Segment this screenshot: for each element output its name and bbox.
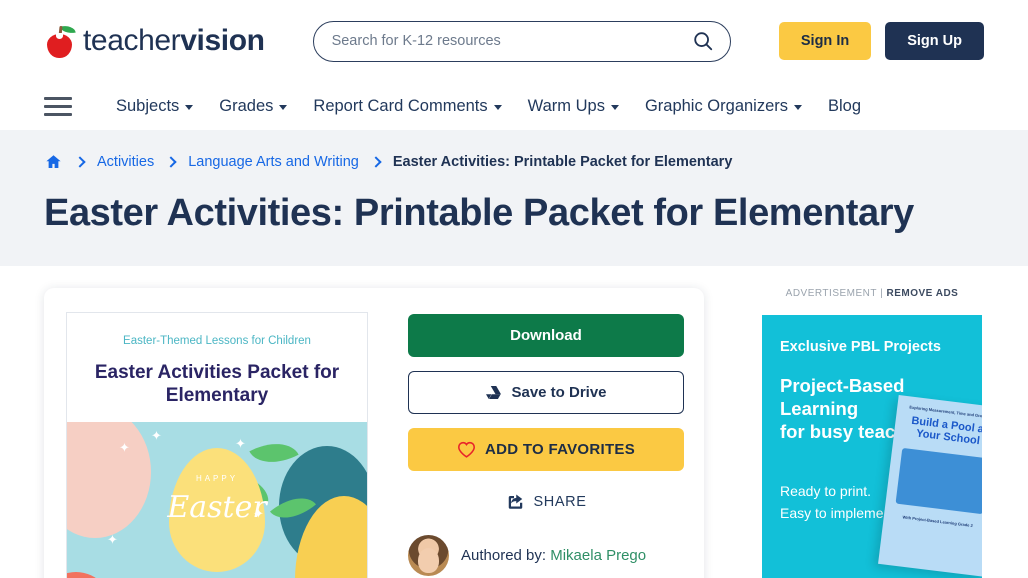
resource-actions: Download Save to Drive ADD TO FAVORITES — [408, 312, 684, 578]
main-navigation: Subjects Grades Report Card Comments War… — [0, 82, 1028, 130]
home-icon[interactable] — [44, 153, 63, 171]
remove-ads-link[interactable]: REMOVE ADS — [886, 288, 958, 299]
search-input[interactable] — [332, 33, 692, 49]
nav-item-graphic-organizers[interactable]: Graphic Organizers — [645, 97, 802, 116]
breadcrumb-separator-icon — [370, 156, 381, 167]
main-content: Easter-Themed Lessons for Children Easte… — [0, 266, 1028, 578]
breadcrumb-separator-icon — [166, 156, 177, 167]
nav-label: Warm Ups — [528, 97, 605, 116]
ad-title-line1: Project-Based — [780, 375, 964, 398]
breadcrumb-band: Activities Language Arts and Writing Eas… — [0, 130, 1028, 266]
breadcrumb-separator-icon — [74, 156, 85, 167]
nav-label: Grades — [219, 97, 273, 116]
thumbnail-header: Easter-Themed Lessons for Children Easte… — [67, 313, 367, 423]
mockup-footer-text: With Project-Based Learning Grade 2 — [890, 513, 982, 530]
logo-text-light: teacher — [83, 24, 180, 57]
search-icon — [692, 30, 714, 52]
download-button[interactable]: Download — [408, 314, 684, 357]
nav-label: Report Card Comments — [313, 97, 487, 116]
advertisement-text: ADVERTISEMENT | — [786, 288, 884, 299]
mockup-image — [896, 448, 982, 514]
breadcrumb: Activities Language Arts and Writing Eas… — [44, 148, 984, 176]
heart-icon — [457, 441, 476, 458]
nav-item-subjects[interactable]: Subjects — [116, 97, 193, 116]
chevron-down-icon — [494, 105, 502, 110]
thumbnail-title: Easter Activities Packet for Elementary — [85, 361, 349, 409]
save-to-drive-label: Save to Drive — [511, 384, 606, 401]
auth-buttons: Sign In Sign Up — [779, 22, 984, 60]
search-bar[interactable] — [313, 21, 731, 62]
author-block: Authored by: Mikaela Prego — [408, 535, 684, 576]
breadcrumb-item-language-arts-and-writing[interactable]: Language Arts and Writing — [188, 154, 359, 170]
share-button[interactable]: SHARE — [408, 485, 684, 519]
logo-text-bold: vision — [180, 24, 264, 57]
resource-thumbnail[interactable]: Easter-Themed Lessons for Children Easte… — [66, 312, 368, 578]
share-label: SHARE — [534, 494, 587, 510]
logo-text: teachervision — [83, 26, 265, 56]
chevron-down-icon — [185, 105, 193, 110]
authored-by-label: Authored by: — [461, 547, 546, 564]
resource-card: Easter-Themed Lessons for Children Easte… — [44, 288, 704, 578]
nav-item-grades[interactable]: Grades — [219, 97, 287, 116]
advertisement-column: ADVERTISEMENT | REMOVE ADS Exclusive PBL… — [762, 288, 982, 578]
thumbnail-subtitle: Easter-Themed Lessons for Children — [85, 335, 349, 347]
nav-item-blog[interactable]: Blog — [828, 97, 861, 116]
nav-label: Blog — [828, 97, 861, 116]
chevron-down-icon — [279, 105, 287, 110]
chevron-down-icon — [794, 105, 802, 110]
mockup-title: Build a Pool at Your School — [900, 413, 982, 449]
author-name-link[interactable]: Mikaela Prego — [550, 547, 646, 564]
advertisement-banner[interactable]: Exclusive PBL Projects Project-Based Lea… — [762, 315, 982, 578]
site-logo[interactable]: teachervision — [44, 24, 265, 58]
add-to-favorites-label: ADD TO FAVORITES — [485, 441, 635, 458]
google-drive-icon — [485, 385, 502, 400]
illustration-easter-text: Easter — [167, 490, 266, 525]
search-button[interactable] — [692, 30, 714, 52]
nav-label: Subjects — [116, 97, 179, 116]
breadcrumb-item-activities[interactable]: Activities — [97, 154, 154, 170]
sign-in-button[interactable]: Sign In — [779, 22, 871, 60]
hamburger-icon[interactable] — [44, 97, 72, 116]
nav-item-report-card-comments[interactable]: Report Card Comments — [313, 97, 501, 116]
nav-item-warm-ups[interactable]: Warm Ups — [528, 97, 619, 116]
nav-label: Graphic Organizers — [645, 97, 788, 116]
illustration-happy-text: HAPPY — [196, 474, 238, 483]
chevron-down-icon — [611, 105, 619, 110]
add-to-favorites-button[interactable]: ADD TO FAVORITES — [408, 428, 684, 471]
apple-icon — [44, 24, 74, 58]
share-icon — [506, 493, 525, 511]
easter-illustration: HAPPY Easter ✦ ✦ ✦ ✦ ✦ ✦ — [67, 422, 367, 578]
ad-headline: Exclusive PBL Projects — [780, 339, 964, 355]
advertisement-label: ADVERTISEMENT | REMOVE ADS — [762, 288, 982, 299]
page-title: Easter Activities: Printable Packet for … — [44, 192, 984, 236]
save-to-drive-button[interactable]: Save to Drive — [408, 371, 684, 414]
site-header: teachervision Sign In Sign Up — [0, 0, 1028, 82]
sign-up-button[interactable]: Sign Up — [885, 22, 984, 60]
author-avatar — [408, 535, 449, 576]
breadcrumb-item-current: Easter Activities: Printable Packet for … — [393, 154, 733, 170]
author-text: Authored by: Mikaela Prego — [461, 547, 646, 564]
